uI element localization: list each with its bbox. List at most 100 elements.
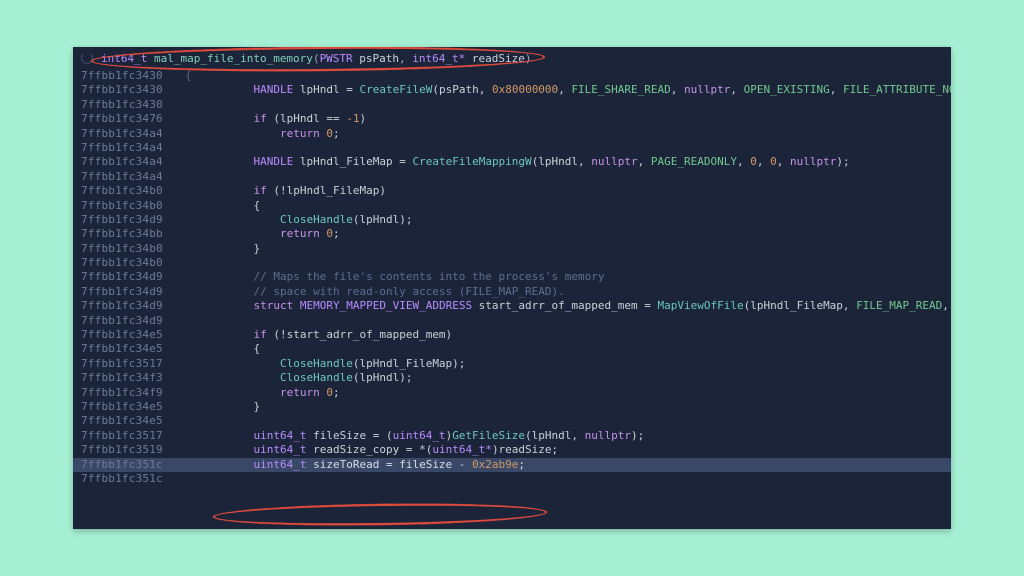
code-token: FILE_ATTRIBUTE_NORMAL xyxy=(843,83,951,96)
code-token xyxy=(227,386,280,399)
code-line[interactable]: 7ffbb1fc34b0 { xyxy=(73,199,951,213)
address: 7ffbb1fc3476 xyxy=(73,112,181,126)
code-line[interactable]: 7ffbb1fc34b0 if (!lpHndl_FileMap) xyxy=(73,184,951,198)
address: 7ffbb1fc34e5 xyxy=(73,342,181,356)
code-line[interactable]: 7ffbb1fc34e5 if (!start_adrr_of_mapped_m… xyxy=(73,328,951,342)
address: 7ffbb1fc3517 xyxy=(73,357,181,371)
code-line[interactable]: 7ffbb1fc3430{ xyxy=(73,69,951,83)
code-token: int64_t xyxy=(101,52,147,65)
code-token: start_adrr_of_mapped_mem = xyxy=(472,299,657,312)
code-token: FILE_SHARE_READ xyxy=(571,83,670,96)
code-line[interactable]: 7ffbb1fc34d9 // Maps the file's contents… xyxy=(73,270,951,284)
code-token: (lpHndl_FileMap, xyxy=(744,299,857,312)
code-line[interactable]: 7ffbb1fc34d9 struct MEMORY_MAPPED_VIEW_A… xyxy=(73,299,951,313)
code-token: GetFileSize xyxy=(452,429,525,442)
code-token: ); xyxy=(836,155,849,168)
code-token: CreateFileMappingW xyxy=(412,155,531,168)
code-line[interactable]: 7ffbb1fc34d9 xyxy=(73,314,951,328)
address: 7ffbb1fc351c xyxy=(73,458,181,472)
code-token: CloseHandle xyxy=(280,371,353,384)
code-token xyxy=(227,184,254,197)
code-token: ; xyxy=(333,227,340,240)
code-token xyxy=(227,270,254,283)
code-token: CloseHandle xyxy=(280,357,353,370)
code-line[interactable]: 7ffbb1fc34e5 } xyxy=(73,400,951,414)
code-token xyxy=(293,299,300,312)
address: 7ffbb1fc34a4 xyxy=(73,155,181,169)
code-line[interactable]: 7ffbb1fc351c uint64_t sizeToRead = fileS… xyxy=(73,458,951,472)
code-token: nullptr xyxy=(585,429,631,442)
code-line[interactable]: 7ffbb1fc3517 uint64_t fileSize = (uint64… xyxy=(73,429,951,443)
address: 7ffbb1fc34f9 xyxy=(73,386,181,400)
code-line[interactable]: 7ffbb1fc34a4 HANDLE lpHndl_FileMap = Cre… xyxy=(73,155,951,169)
code-line[interactable]: 7ffbb1fc3519 uint64_t readSize_copy = *(… xyxy=(73,443,951,457)
code-line[interactable]: 7ffbb1fc34a4 xyxy=(73,170,951,184)
code-token: if xyxy=(254,112,267,125)
code-line[interactable]: 7ffbb1fc351c xyxy=(73,472,951,486)
code-text: HANDLE lpHndl = CreateFileW(psPath, 0x80… xyxy=(227,83,951,97)
code-token: ) xyxy=(525,52,532,65)
code-token: HANDLE xyxy=(254,83,294,96)
code-line[interactable]: 7ffbb1fc34d9 CloseHandle(lpHndl); xyxy=(73,213,951,227)
code-token: , xyxy=(777,155,790,168)
code-token xyxy=(227,83,254,96)
code-token: mal_map_file_into_memory xyxy=(154,52,313,65)
code-line[interactable]: 7ffbb1fc3476 if (lpHndl == -1) xyxy=(73,112,951,126)
code-text: if (lpHndl == -1) xyxy=(227,112,951,126)
code-line[interactable]: 7ffbb1fc34a4 xyxy=(73,141,951,155)
code-token: (lpHndl, xyxy=(525,429,585,442)
code-token: sizeToRead = fileSize - xyxy=(306,458,472,471)
code-listing[interactable]: 7ffbb1fc3430{7ffbb1fc3430 HANDLE lpHndl … xyxy=(73,69,951,486)
code-text: CloseHandle(lpHndl_FileMap); xyxy=(227,357,951,371)
address: 7ffbb1fc34d9 xyxy=(73,314,181,328)
code-text: CloseHandle(lpHndl); xyxy=(227,213,951,227)
code-line[interactable]: 7ffbb1fc34f3 CloseHandle(lpHndl); xyxy=(73,371,951,385)
code-line[interactable]: 7ffbb1fc34b0 xyxy=(73,256,951,270)
code-line[interactable]: 7ffbb1fc3430 xyxy=(73,98,951,112)
address: 7ffbb1fc3430 xyxy=(73,98,181,112)
function-signature: int64_t mal_map_file_into_memory(PWSTR p… xyxy=(101,52,532,65)
address: 7ffbb1fc3517 xyxy=(73,429,181,443)
address: 7ffbb1fc3430 xyxy=(73,83,181,97)
code-token xyxy=(227,227,280,240)
code-token: ); xyxy=(631,429,644,442)
code-token: } xyxy=(227,242,260,255)
gutter: { xyxy=(181,69,227,83)
code-text: // Maps the file's contents into the pro… xyxy=(227,270,951,284)
code-line[interactable]: 7ffbb1fc34e5 { xyxy=(73,342,951,356)
code-token: int64_t* xyxy=(412,52,465,65)
code-token: uint64_t xyxy=(254,429,307,442)
code-token: uint64_t xyxy=(393,429,446,442)
code-token: , xyxy=(730,83,743,96)
code-line[interactable]: 7ffbb1fc3517 CloseHandle(lpHndl_FileMap)… xyxy=(73,357,951,371)
code-text: uint64_t sizeToRead = fileSize - 0x2ab9e… xyxy=(227,458,951,472)
code-token: (lpHndl); xyxy=(353,213,413,226)
code-token: { xyxy=(227,199,260,212)
code-text: HANDLE lpHndl_FileMap = CreateFileMappin… xyxy=(227,155,951,169)
code-token: (lpHndl_FileMap); xyxy=(353,357,466,370)
code-line[interactable]: 7ffbb1fc34a4 return 0; xyxy=(73,127,951,141)
code-token: PAGE_READONLY xyxy=(651,155,737,168)
code-token: 0 xyxy=(770,155,777,168)
function-signature-row: int64_t mal_map_file_into_memory(PWSTR p… xyxy=(73,47,951,69)
code-line[interactable]: 7ffbb1fc34b0 } xyxy=(73,242,951,256)
code-token: MEMORY_MAPPED_VIEW_ADDRESS xyxy=(300,299,472,312)
code-line[interactable]: 7ffbb1fc34f9 return 0; xyxy=(73,386,951,400)
code-line[interactable]: 7ffbb1fc3430 HANDLE lpHndl = CreateFileW… xyxy=(73,83,951,97)
code-token xyxy=(227,371,280,384)
code-token: psPath xyxy=(353,52,399,65)
code-line[interactable]: 7ffbb1fc34bb return 0; xyxy=(73,227,951,241)
code-token: CreateFileW xyxy=(359,83,432,96)
code-token: -1 xyxy=(346,112,359,125)
address: 7ffbb1fc34e5 xyxy=(73,414,181,428)
address: 7ffbb1fc34d9 xyxy=(73,285,181,299)
code-token xyxy=(227,285,254,298)
code-token: return xyxy=(280,227,320,240)
code-token: 0 xyxy=(750,155,757,168)
code-token: 0 xyxy=(326,386,333,399)
code-token: // space with read-only access (FILE_MAP… xyxy=(254,285,565,298)
disassembly-listing-panel[interactable]: int64_t mal_map_file_into_memory(PWSTR p… xyxy=(73,47,951,529)
code-token: , xyxy=(757,155,770,168)
code-line[interactable]: 7ffbb1fc34d9 // space with read-only acc… xyxy=(73,285,951,299)
code-line[interactable]: 7ffbb1fc34e5 xyxy=(73,414,951,428)
